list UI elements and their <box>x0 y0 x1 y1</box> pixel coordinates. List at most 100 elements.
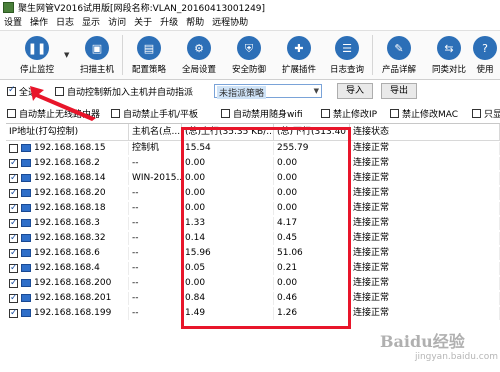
row-control-checkbox[interactable] <box>9 292 18 305</box>
toolbar: ❚❚ 停止监控 ▼ ▣ 扫描主机 ▤ 配置策略 ⚙ 全局设置 ⛨ 安全防御 ✚ … <box>0 30 500 80</box>
row-control-checkbox[interactable] <box>9 187 18 200</box>
row-control-checkbox[interactable] <box>9 172 18 185</box>
table-row[interactable]: 192.168.168.4 --0.050.21连接正常 <box>6 262 500 275</box>
ip-cell: 192.168.168.18 <box>6 202 129 215</box>
stop-monitor-button[interactable]: ❚❚ 停止监控 <box>12 33 62 79</box>
policy-select[interactable]: 未指派策略 ▼ <box>214 84 322 99</box>
status-cell: 连接正常 <box>350 142 500 155</box>
hostname-cell: 控制机 <box>129 142 182 155</box>
block-mobile-checkbox[interactable] <box>111 109 120 118</box>
table-row[interactable]: 192.168.168.3 --1.334.17连接正常 <box>6 217 500 230</box>
table-row[interactable]: 192.168.168.199 --1.491.26连接正常 <box>6 307 500 320</box>
table-row[interactable]: 192.168.168.20--0.000.00连接正常 <box>6 187 500 200</box>
ip-address: 192.168.168.15 <box>34 143 106 153</box>
row-control-checkbox[interactable] <box>9 157 18 170</box>
chevron-down-icon: ▼ <box>313 87 319 95</box>
select-all-label: 全选 <box>19 88 38 98</box>
block-wireless-router-checkbox[interactable] <box>7 109 16 118</box>
only-show-checkbox[interactable] <box>472 109 481 118</box>
menu-remote-assist[interactable]: 远程协助 <box>212 15 248 28</box>
ip-cell: 192.168.168.20 <box>6 187 129 200</box>
block-ip-change-label: 禁止修改IP <box>333 110 378 120</box>
block-ip-change-checkbox[interactable] <box>321 109 330 118</box>
column-header-download[interactable]: (总)下行(313.40 K... <box>274 124 350 141</box>
ip-address: 192.168.168.20 <box>34 188 106 198</box>
auto-control-new-checkbox[interactable] <box>55 87 64 96</box>
table-row[interactable]: 192.168.168.6 --15.9651.06连接正常 <box>6 247 500 260</box>
select-all-checkbox[interactable] <box>7 85 16 96</box>
row-control-checkbox[interactable] <box>9 247 18 260</box>
row-control-checkbox[interactable] <box>9 217 18 230</box>
row-control-checkbox[interactable] <box>9 202 18 215</box>
computer-icon <box>21 159 31 167</box>
download-cell: 51.06 <box>274 247 350 260</box>
status-cell: 连接正常 <box>350 157 500 170</box>
table-row[interactable]: 192.168.168.15 控制机 15.54 255.79 连接正常 <box>6 142 500 155</box>
ip-address: 192.168.168.200 <box>34 278 112 288</box>
global-settings-button[interactable]: ⚙ 全局设置 <box>174 33 224 79</box>
menu-bar: 设置 操作 日志 显示 访问 关于 升级 帮助 远程协助 <box>0 14 500 29</box>
ip-address: 192.168.168.199 <box>34 308 112 318</box>
export-button[interactable]: 导出 <box>381 83 417 99</box>
menu-access[interactable]: 访问 <box>108 15 126 28</box>
menu-display[interactable]: 显示 <box>82 15 100 28</box>
hostname-cell: -- <box>129 247 182 260</box>
help-icon: ? <box>473 36 497 60</box>
status-cell: 连接正常 <box>350 217 500 230</box>
column-header-ip[interactable]: IP地址(打勾控制) <box>6 124 129 141</box>
table-row[interactable]: 192.168.168.200--0.000.00连接正常 <box>6 277 500 290</box>
ip-cell: 192.168.168.200 <box>6 277 129 290</box>
computer-icon <box>21 264 31 272</box>
computer-icon <box>21 279 31 287</box>
status-cell: 连接正常 <box>350 277 500 290</box>
menu-help[interactable]: 帮助 <box>186 15 204 28</box>
row-control-checkbox[interactable] <box>9 262 18 275</box>
table-row[interactable]: 192.168.168.201 --0.840.46连接正常 <box>6 292 500 305</box>
ip-cell: 192.168.168.14 <box>6 172 129 185</box>
row-control-checkbox[interactable] <box>9 277 18 290</box>
column-header-status[interactable]: 连接状态 <box>350 124 500 141</box>
status-cell: 连接正常 <box>350 172 500 185</box>
scan-hosts-button[interactable]: ▣ 扫描主机 <box>72 33 122 79</box>
block-wireless-router-label: 自动禁止无线路由器 <box>19 110 101 120</box>
security-defense-button[interactable]: ⛨ 安全防御 <box>224 33 274 79</box>
column-header-upload[interactable]: (总)上行(35.35 KB/... <box>182 124 274 141</box>
menu-settings[interactable]: 设置 <box>4 15 22 28</box>
table-row[interactable]: 192.168.168.18--0.000.00连接正常 <box>6 202 500 215</box>
log-query-button[interactable]: ☰ 日志查询 <box>322 33 372 79</box>
hostname-cell: -- <box>129 277 182 290</box>
table-row[interactable]: 192.168.168.2--0.000.00连接正常 <box>6 157 500 170</box>
row-control-checkbox[interactable] <box>9 232 18 245</box>
table-row[interactable]: 192.168.168.14WIN-2015...0.000.00连接正常 <box>6 172 500 185</box>
column-header-hostname[interactable]: 主机名(点... <box>129 124 182 141</box>
toolbar-divider <box>122 35 123 75</box>
compare-button[interactable]: ⇆ 同类对比 <box>424 33 474 79</box>
extensions-button[interactable]: ✚ 扩展插件 <box>274 33 324 79</box>
download-cell: 0.00 <box>274 172 350 185</box>
disable-portable-wifi-label: 自动禁用随身wifi <box>233 110 303 120</box>
menu-upgrade[interactable]: 升级 <box>160 15 178 28</box>
computer-icon <box>21 234 31 242</box>
status-cell: 连接正常 <box>350 262 500 275</box>
menu-operation[interactable]: 操作 <box>30 15 48 28</box>
chevron-down-icon[interactable]: ▼ <box>64 51 69 59</box>
row-control-checkbox[interactable] <box>9 307 18 320</box>
usage-button[interactable]: ? 使用 <box>470 33 500 79</box>
menu-about[interactable]: 关于 <box>134 15 152 28</box>
status-cell: 连接正常 <box>350 232 500 245</box>
only-show-label: 只显 <box>484 110 500 120</box>
disable-portable-wifi-checkbox[interactable] <box>221 109 230 118</box>
hostname-cell: WIN-2015... <box>129 172 182 185</box>
filter-row-2: 自动禁止无线路由器 自动禁止手机/平板 自动禁用随身wifi 禁止修改IP 禁止… <box>0 106 500 120</box>
menu-log[interactable]: 日志 <box>56 15 74 28</box>
product-details-button[interactable]: ✎ 产品详解 <box>374 33 424 79</box>
config-policy-button[interactable]: ▤ 配置策略 <box>124 33 174 79</box>
import-button[interactable]: 导入 <box>337 83 373 99</box>
ip-address: 192.168.168.4 <box>34 263 100 273</box>
row-control-checkbox[interactable] <box>9 144 18 153</box>
block-mac-change-checkbox[interactable] <box>390 109 399 118</box>
hostname-cell: -- <box>129 262 182 275</box>
table-row[interactable]: 192.168.168.32 --0.140.45连接正常 <box>6 232 500 245</box>
hostname-cell: -- <box>129 307 182 320</box>
hostname-cell: -- <box>129 202 182 215</box>
